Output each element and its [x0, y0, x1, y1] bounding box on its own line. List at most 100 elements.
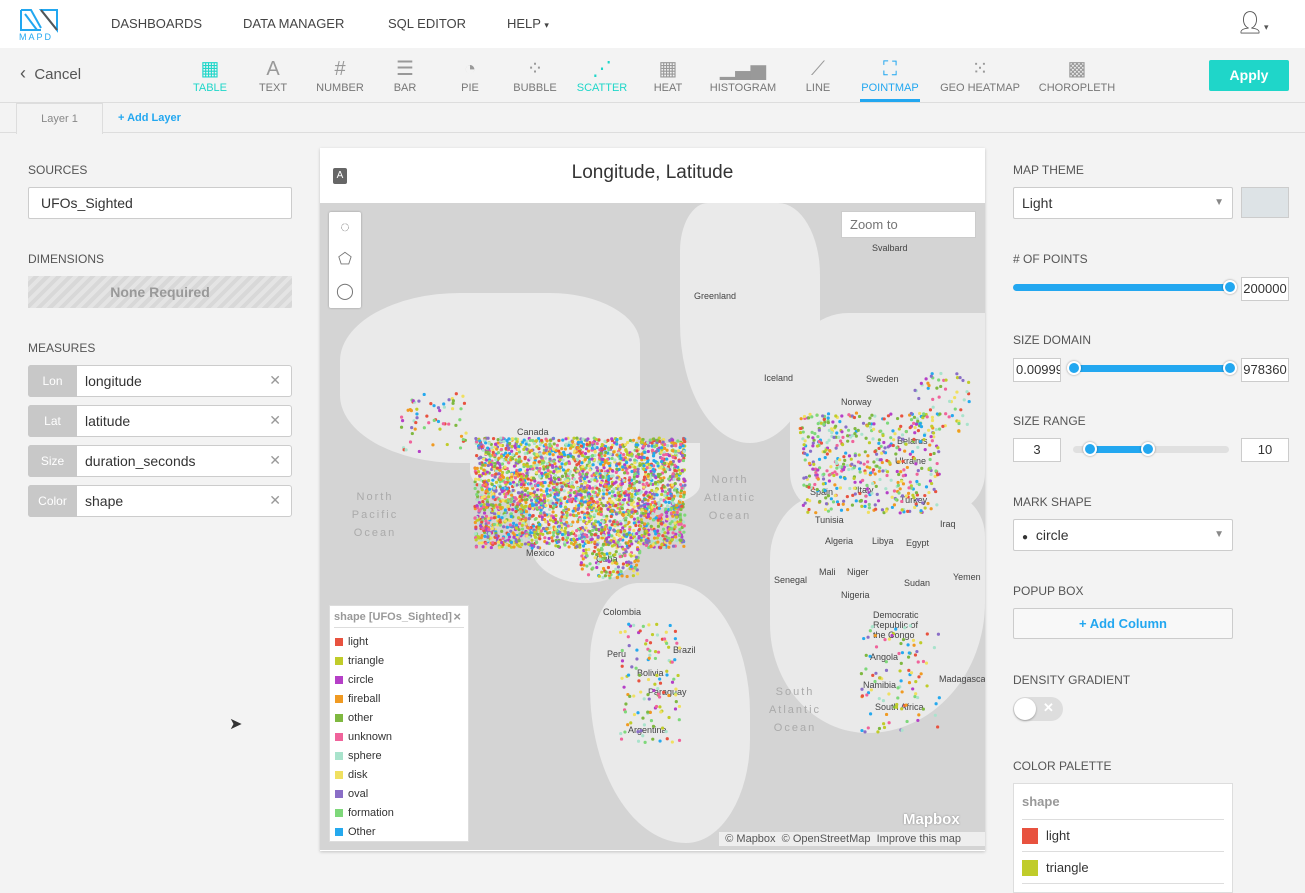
map-point	[900, 690, 904, 694]
map-point	[934, 702, 938, 706]
map-point	[918, 439, 923, 444]
map-point	[651, 737, 655, 741]
map-point	[557, 524, 561, 528]
nav-dashboards[interactable]: DASHBOARDS	[111, 16, 202, 31]
map-point	[523, 456, 527, 461]
map-point	[651, 724, 656, 729]
map-point	[834, 446, 838, 450]
density-gradient-toggle[interactable]: ✕	[1013, 697, 1063, 721]
measure-lon[interactable]: Lon longitude ✕	[28, 365, 292, 397]
map-point	[658, 514, 662, 518]
map-point	[630, 665, 634, 669]
legend-item[interactable]: formation	[330, 803, 468, 822]
remove-icon[interactable]: ✕	[269, 452, 281, 469]
points-slider-track[interactable]	[1013, 284, 1230, 291]
source-select[interactable]: UFOs_Sighted	[28, 187, 292, 219]
nav-data-manager[interactable]: DATA MANAGER	[243, 16, 344, 31]
map-point	[679, 522, 683, 526]
legend-item[interactable]: unknown	[330, 727, 468, 746]
map-point	[489, 545, 493, 550]
nav-sql-editor[interactable]: SQL EDITOR	[388, 16, 466, 31]
polygon-select-icon[interactable]: ⬠	[329, 244, 361, 276]
map-point	[590, 552, 595, 556]
map-point	[885, 473, 889, 478]
legend-item[interactable]: fireball	[330, 689, 468, 708]
map-point	[503, 513, 507, 518]
legend-item[interactable]: sphere	[330, 746, 468, 765]
map-point	[610, 456, 614, 461]
palette-item[interactable]: light	[1022, 820, 1224, 852]
size-domain-max-handle[interactable]	[1223, 361, 1237, 375]
map-point	[934, 469, 938, 473]
legend-item[interactable]: light	[330, 632, 468, 651]
map-point	[624, 702, 628, 706]
remove-icon[interactable]: ✕	[269, 412, 281, 429]
chart-type-pointmap[interactable]: ⛶ POINTMAP	[845, 56, 935, 102]
chart-type-choropleth[interactable]: ▩ CHOROPLETH	[1032, 56, 1122, 94]
palette-swatch[interactable]	[1022, 827, 1038, 844]
map-point	[479, 536, 483, 540]
legend-item[interactable]: Other	[330, 822, 468, 841]
legend-item[interactable]: other	[330, 708, 468, 727]
palette-swatch[interactable]	[1022, 859, 1038, 876]
map-point	[528, 495, 532, 499]
map-point	[588, 468, 592, 472]
map-point	[892, 438, 896, 442]
size-domain-min-input[interactable]: 0.00999	[1013, 358, 1061, 382]
map-point	[610, 561, 614, 565]
size-range-min-input[interactable]: 3	[1013, 438, 1061, 462]
map-point	[574, 513, 579, 518]
palette-item[interactable]: triangle	[1022, 852, 1224, 884]
map-point	[514, 526, 519, 530]
measure-lat[interactable]: Lat latitude ✕	[28, 405, 292, 437]
remove-icon[interactable]: ✕	[269, 492, 281, 509]
zoom-to-input[interactable]	[841, 211, 976, 238]
add-column-button[interactable]: + Add Column	[1013, 608, 1233, 639]
measure-color[interactable]: Color shape ✕	[28, 485, 292, 517]
circle-select-icon[interactable]: ◌	[329, 212, 361, 244]
map-point	[629, 498, 633, 503]
map-point	[646, 498, 650, 502]
chart-type-geo-heatmap[interactable]: ⁙ GEO HEATMAP	[935, 56, 1025, 94]
improve-map-link[interactable]: Improve this map	[877, 833, 961, 845]
lasso-select-icon[interactable]: ◯	[329, 276, 361, 308]
attribution-mapbox[interactable]: © Mapbox	[725, 833, 775, 845]
map-point	[533, 535, 538, 539]
map-point	[678, 515, 682, 519]
map-point	[941, 424, 945, 429]
map-point	[663, 523, 667, 527]
size-range-min-handle[interactable]	[1083, 442, 1097, 456]
user-icon[interactable]: 👤︎▾	[1236, 10, 1268, 36]
map-point	[891, 429, 895, 433]
map-point	[624, 550, 628, 554]
cancel-button[interactable]: ‹ Cancel	[20, 63, 81, 84]
size-domain-min-handle[interactable]	[1067, 361, 1081, 375]
map-point	[655, 449, 659, 453]
size-range-max-handle[interactable]	[1141, 442, 1155, 456]
size-domain-max-input[interactable]: 978360	[1241, 358, 1289, 382]
legend-item[interactable]: disk	[330, 765, 468, 784]
points-input[interactable]: 200000	[1241, 277, 1289, 301]
add-layer-button[interactable]: + Add Layer	[118, 112, 181, 124]
map-point	[682, 495, 686, 499]
map-point	[894, 497, 898, 502]
remove-icon[interactable]: ✕	[269, 372, 281, 389]
legend-item[interactable]: circle	[330, 670, 468, 689]
map-point	[803, 458, 807, 462]
legend-item[interactable]: triangle	[330, 651, 468, 670]
apply-button[interactable]: Apply	[1209, 60, 1289, 91]
legend-item[interactable]: oval	[330, 784, 468, 803]
nav-help[interactable]: HELP ▾	[507, 16, 549, 31]
points-slider-handle[interactable]	[1223, 280, 1237, 294]
map-point	[578, 472, 582, 477]
tab-layer-1[interactable]: Layer 1	[16, 103, 103, 134]
measure-size[interactable]: Size duration_seconds ✕	[28, 445, 292, 477]
map-point	[679, 507, 683, 512]
size-range-max-input[interactable]: 10	[1241, 438, 1289, 462]
attribution-osm[interactable]: © OpenStreetMap	[782, 833, 871, 845]
size-domain-track[interactable]	[1074, 365, 1230, 372]
mark-shape-select[interactable]: ● circle ▼	[1013, 519, 1233, 551]
map-theme-select[interactable]: Light ▼	[1013, 187, 1233, 219]
map-point	[901, 437, 905, 441]
close-icon[interactable]: ×	[453, 606, 461, 628]
